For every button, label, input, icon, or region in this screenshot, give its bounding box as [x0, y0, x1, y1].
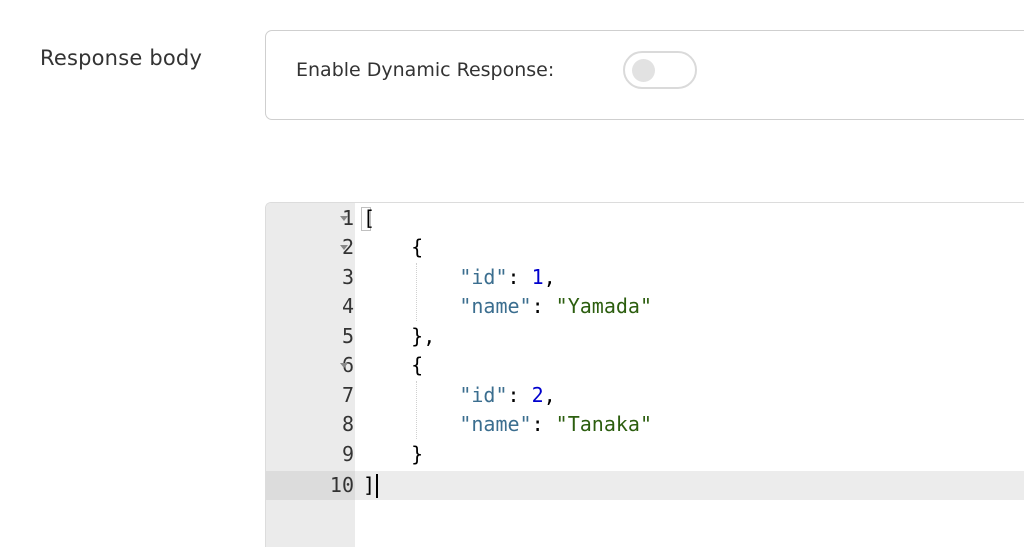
response-body-label: Response body: [40, 46, 203, 70]
fold-arrow-icon[interactable]: [340, 216, 348, 221]
code-line-7: "id": 2,: [459, 383, 556, 407]
toggle-knob: [632, 59, 655, 82]
fold-arrow-icon[interactable]: [340, 245, 348, 250]
code-line-9: }: [411, 442, 424, 466]
response-body-editor[interactable]: 1 2 3 4 5 6 7 8 9 10 [ { "id": 1, "name"…: [265, 202, 1024, 547]
line-number-4: 4: [341, 294, 354, 318]
code-line-8: "name": "Tanaka": [459, 412, 652, 436]
code-area[interactable]: [ { "id": 1, "name": "Yamada" }, { "id":…: [355, 203, 1024, 547]
code-line-3: "id": 1,: [459, 265, 556, 289]
line-number-3: 3: [341, 265, 354, 289]
line-number-8: 8: [341, 412, 354, 436]
code-line-10: ]: [363, 473, 376, 497]
line-number-7: 7: [341, 383, 354, 407]
code-line-4: "name": "Yamada": [459, 294, 652, 318]
line-number-10: 10: [329, 473, 354, 497]
code-line-1: [: [363, 206, 376, 230]
code-line-6: {: [411, 353, 424, 377]
code-line-5: },: [411, 324, 436, 348]
line-number-5: 5: [341, 324, 354, 348]
text-cursor: [376, 474, 378, 498]
page: Response body Enable Dynamic Response: 1…: [0, 0, 1024, 547]
fold-arrow-icon[interactable]: [340, 363, 348, 368]
dynamic-response-panel: Enable Dynamic Response:: [265, 30, 1024, 120]
code-line-2: {: [411, 235, 424, 259]
dynamic-response-toggle[interactable]: [623, 51, 697, 89]
dynamic-response-label: Enable Dynamic Response:: [296, 59, 555, 81]
line-number-9: 9: [341, 442, 354, 466]
